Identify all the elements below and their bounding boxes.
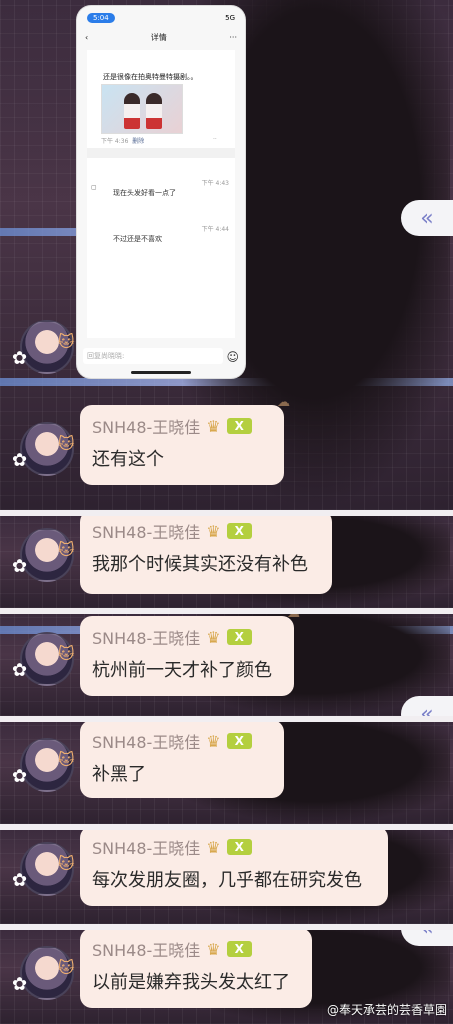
level-badge: X [226, 733, 252, 749]
level-badge: X [226, 523, 252, 539]
bow-icon: ✿ [12, 974, 28, 995]
cat-icon: 🐱 [58, 644, 75, 663]
avatar[interactable]: ✿ 🐱 [12, 630, 75, 690]
corner-emoji-icon: ☁ [287, 614, 300, 621]
sender-row: SNH48-王晓佳 ♛ X [92, 626, 280, 648]
reply-input[interactable]: 回复尚晓晓: [83, 348, 223, 364]
bow-icon: ✿ [12, 450, 28, 471]
avatar[interactable]: ✿ 🐱 [12, 526, 75, 586]
message-text: 还有这个 [92, 449, 164, 470]
reply-text: 现在头发好看一点了 [113, 189, 176, 197]
avatar[interactable]: ✿ 🐱 [12, 840, 75, 900]
photo-person [146, 93, 162, 129]
post-meta: 下午 4:36 删除 ·· [101, 136, 217, 145]
message-text: 每次发朋友圈，几乎都在研究发色 [92, 870, 362, 891]
reply-text: 不过还是不喜欢 [113, 235, 162, 243]
cat-icon: 🐱 [58, 540, 75, 559]
bow-icon: ✿ [12, 660, 28, 681]
level-badge: X [226, 418, 252, 434]
post-delete[interactable]: 删除 [132, 138, 144, 145]
bow-icon: ✿ [12, 870, 28, 891]
chat-strip-3: « ✿ 🐱 SNH48-王晓佳 ♛ X 杭州前一天才补了颜色 ☁ [0, 614, 453, 716]
reply-time: 下午 4:43 [201, 180, 229, 187]
corner-emoji-icon: ☁ [305, 930, 318, 933]
divider [87, 148, 235, 158]
status-bar: 5:04 5G [87, 12, 235, 24]
level-badge: X [226, 839, 252, 855]
chat-strip-2: ✿ 🐱 SNH48-王晓佳 ♛ X 我那个时候其实还没有补色 [0, 516, 453, 608]
watermark: @奉天承芸的芸香草園 [326, 1003, 447, 1017]
sender-row: SNH48-王晓佳 ♛ X [92, 415, 270, 437]
crown-icon: ♛ [206, 731, 221, 751]
corner-emoji-icon: ☁ [277, 395, 290, 410]
message-text: 杭州前一天才补了颜色 [92, 660, 272, 681]
chat-bubble[interactable]: SNH48-王晓佳 ♛ X 还有这个 ☁ [80, 395, 290, 485]
sender-row: SNH48-王晓佳 ♛ X [92, 730, 270, 752]
crown-icon: ♛ [206, 521, 221, 541]
message-text: 以前是嫌弃我头发太红了 [92, 972, 290, 993]
sender-name[interactable]: SNH48-王晓佳 [92, 414, 200, 438]
sender-row: SNH48-王晓佳 ♛ X [92, 938, 298, 960]
crown-icon: ♛ [206, 416, 221, 436]
cat-icon: 🐱 [58, 854, 75, 873]
chat-strip-6: « ✿ 🐱 SNH48-王晓佳 ♛ X 以前是嫌弃我头发太红了 ☁ @奉天承芸的… [0, 930, 453, 1024]
post-text: 还是很像在拍奥特曼特摄剧。。 [103, 73, 198, 81]
level-badge: X [226, 629, 252, 645]
phone-screenshot: 5:04 5G ‹ 详情 ··· 还是很像在拍奥特曼特摄剧。。 下午 4:36 … [77, 6, 245, 378]
chat-strip-1: « ✿ 🐱 5:04 5G ‹ 详情 ··· 还是很像在拍奥特曼特摄剧。。 下午… [0, 0, 453, 510]
chat-bubble[interactable]: SNH48-王晓佳 ♛ X 以前是嫌弃我头发太红了 ☁ [80, 930, 318, 1008]
avatar[interactable]: ✿ 🐱 [12, 944, 75, 1004]
post-more[interactable]: ·· [213, 136, 217, 143]
fold-button[interactable]: « [401, 200, 453, 236]
chat-bubble[interactable]: SNH48-王晓佳 ♛ X 我那个时候其实还没有补色 [80, 516, 332, 594]
smile-icon[interactable]: ☺ [226, 350, 239, 364]
sender-name[interactable]: SNH48-王晓佳 [92, 835, 200, 859]
nav-bar: ‹ 详情 ··· [77, 28, 245, 46]
bow-icon: ✿ [12, 556, 28, 577]
status-time: 5:04 [87, 13, 115, 23]
sender-name[interactable]: SNH48-王晓佳 [92, 625, 200, 649]
chat-bubble[interactable]: SNH48-王晓佳 ♛ X 补黑了 ☁ [80, 722, 290, 798]
cat-icon: 🐱 [58, 958, 75, 977]
corner-emoji-icon: ☁ [381, 830, 394, 831]
more-icon[interactable]: ··· [229, 33, 237, 42]
avatar[interactable]: ✿ 🐱 [12, 420, 75, 480]
post-photo[interactable] [101, 84, 183, 134]
sender-row: SNH48-王晓佳 ♛ X [92, 836, 374, 858]
post-time: 下午 4:36 [101, 138, 129, 145]
sender-name[interactable]: SNH48-王晓佳 [92, 937, 200, 961]
crown-icon: ♛ [206, 837, 221, 857]
sender-name[interactable]: SNH48-王晓佳 [92, 729, 200, 753]
bow-icon: ✿ [12, 348, 28, 369]
corner-emoji-icon: ☁ [277, 722, 290, 725]
cat-icon: 🐱 [58, 750, 75, 769]
chat-bubble[interactable]: SNH48-王晓佳 ♛ X 杭州前一天才补了颜色 ☁ [80, 614, 300, 696]
status-signal: 5G [225, 14, 235, 22]
moment-detail: 还是很像在拍奥特曼特摄剧。。 下午 4:36 删除 ·· ▢ 下午 4:43 现… [87, 50, 235, 338]
bow-icon: ✿ [12, 766, 28, 787]
crown-icon: ♛ [206, 627, 221, 647]
chat-bubble[interactable]: SNH48-王晓佳 ♛ X 每次发朋友圈，几乎都在研究发色 ☁ [80, 830, 394, 906]
fold-button[interactable]: « [401, 696, 453, 716]
crown-icon: ♛ [206, 939, 221, 959]
level-badge: X [226, 941, 252, 957]
sender-name[interactable]: SNH48-王晓佳 [92, 519, 200, 543]
sender-row: SNH48-王晓佳 ♛ X [92, 520, 318, 542]
cat-icon: 🐱 [58, 434, 75, 453]
avatar[interactable]: ✿ 🐱 [12, 318, 75, 378]
chat-strip-5: ✿ 🐱 SNH48-王晓佳 ♛ X 每次发朋友圈，几乎都在研究发色 ☁ [0, 830, 453, 924]
photo-person [124, 93, 140, 129]
back-icon[interactable]: ‹ [85, 33, 88, 42]
reply-time: 下午 4:44 [201, 226, 229, 233]
comment-icon: ▢ [91, 184, 97, 191]
nav-title: 详情 [150, 32, 167, 42]
message-text: 补黑了 [92, 764, 146, 785]
avatar[interactable]: ✿ 🐱 [12, 736, 75, 796]
home-indicator [131, 371, 191, 374]
message-text: 我那个时候其实还没有补色 [92, 554, 308, 575]
cat-icon: 🐱 [58, 332, 75, 351]
chat-strip-4: ✿ 🐱 SNH48-王晓佳 ♛ X 补黑了 ☁ [0, 722, 453, 824]
